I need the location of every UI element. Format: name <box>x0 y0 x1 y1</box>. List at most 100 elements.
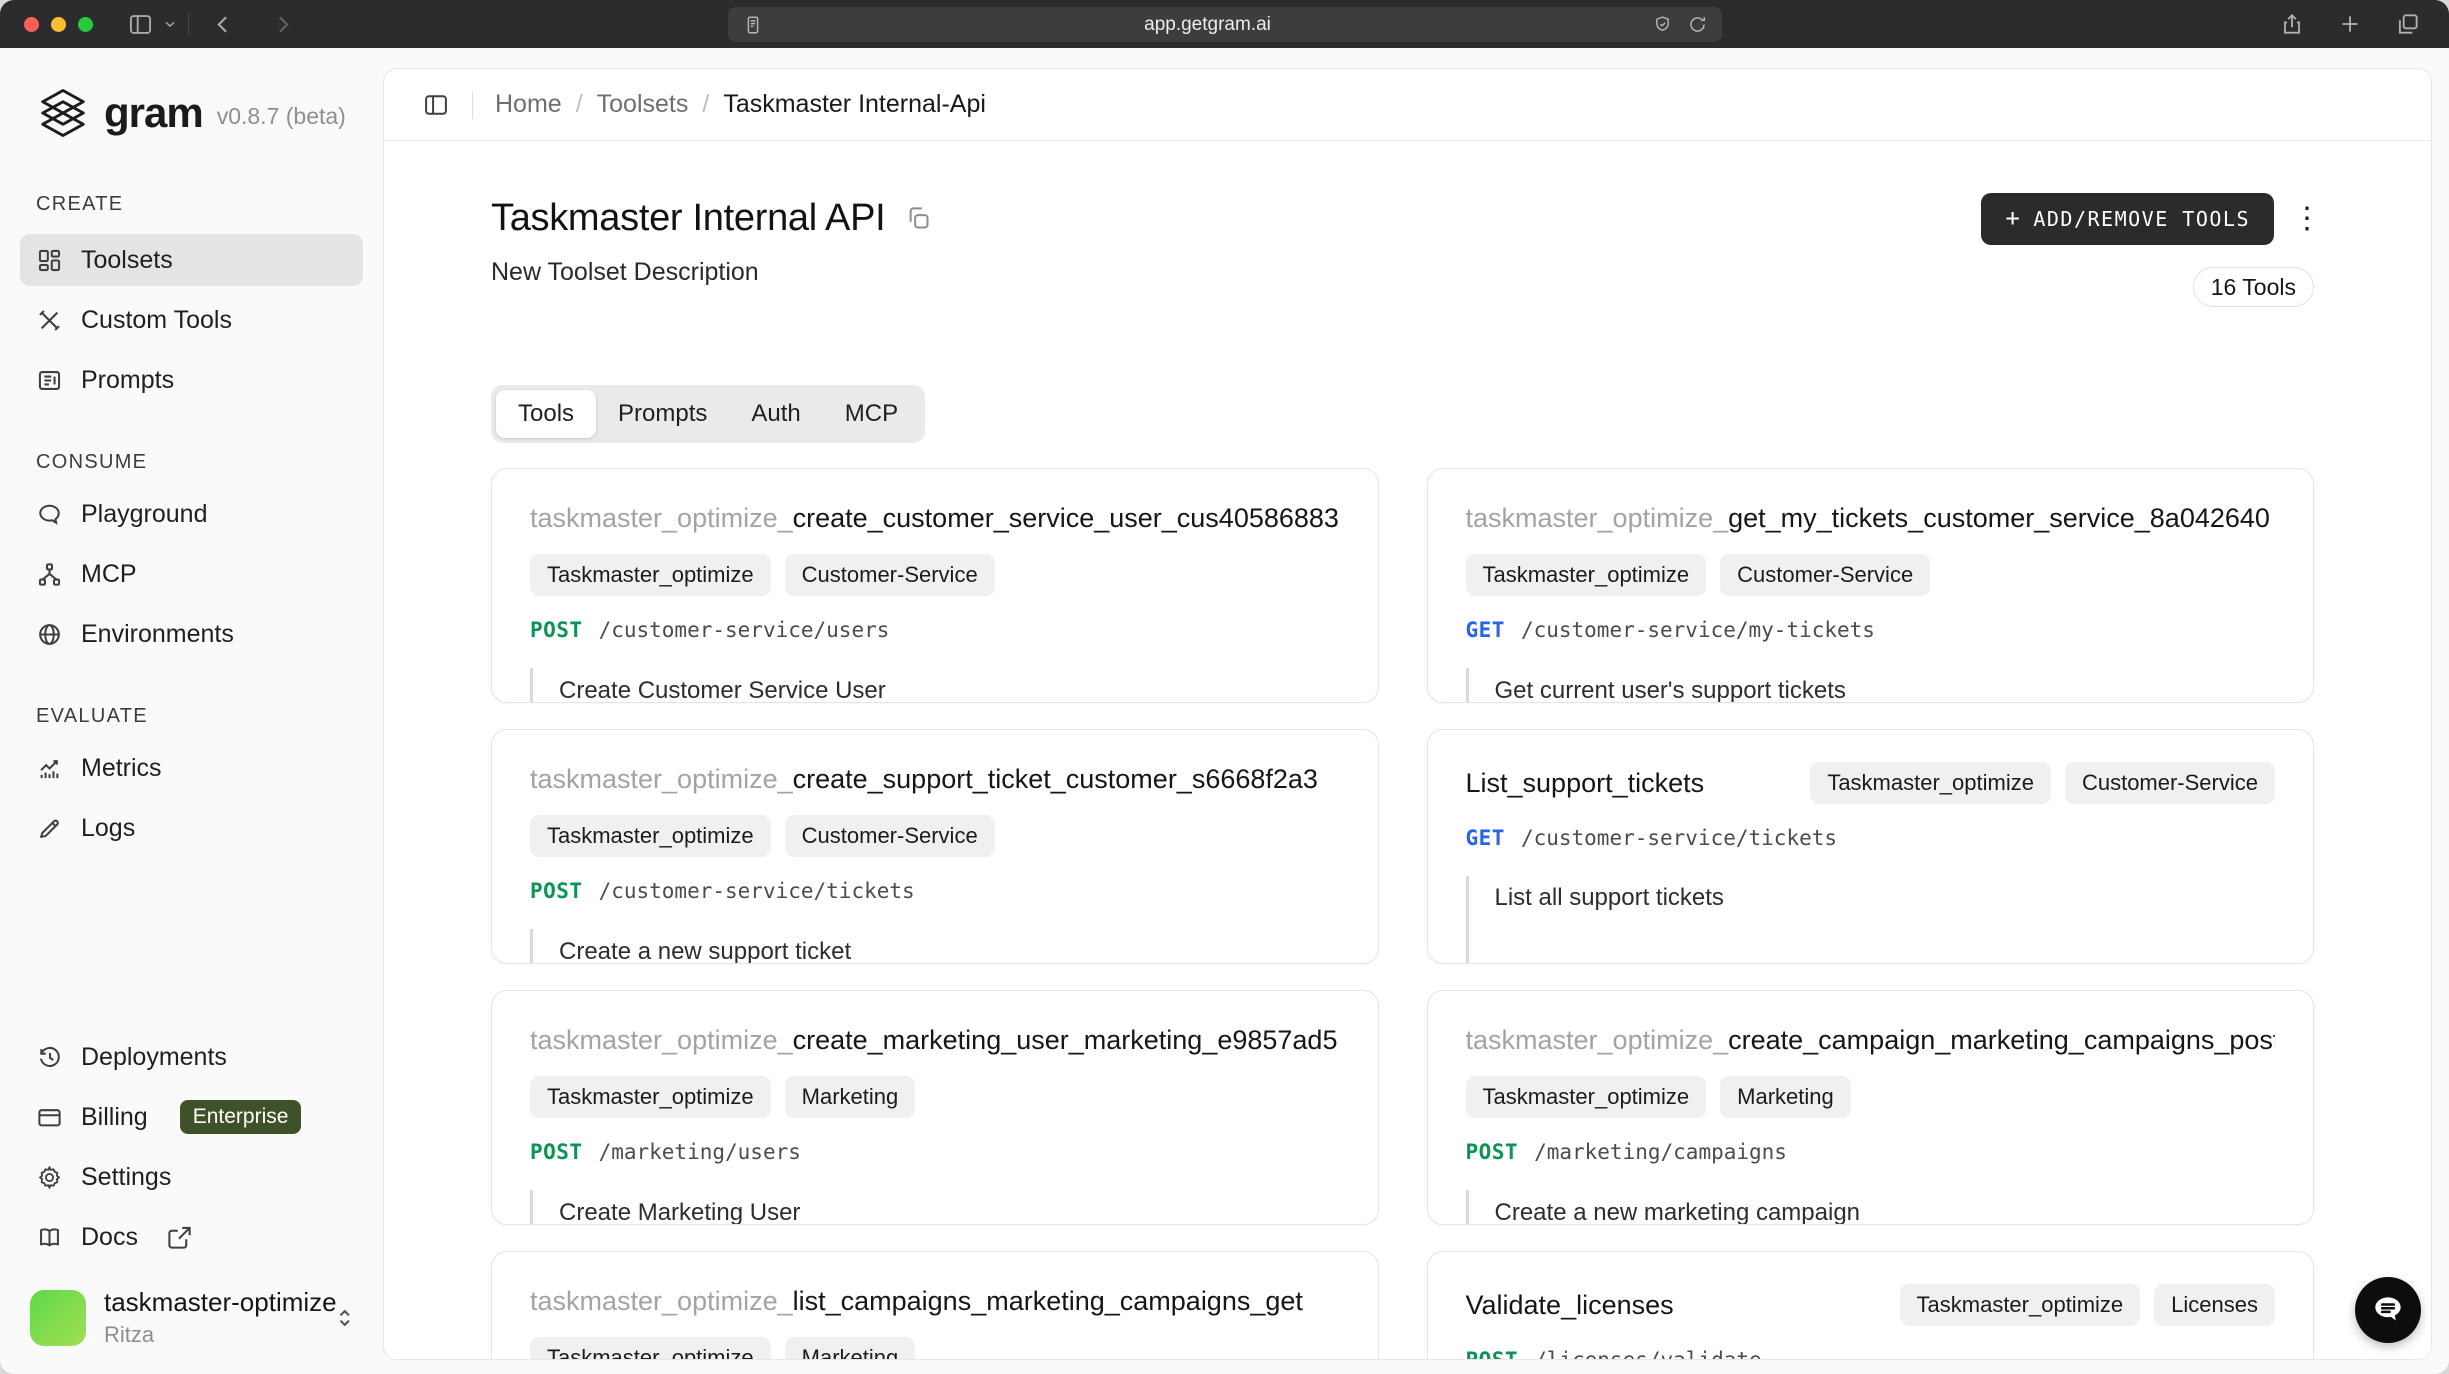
copy-icon[interactable] <box>905 205 932 232</box>
tool-description: List all support tickets <box>1466 876 2276 964</box>
tool-card[interactable]: List_support_tickets Taskmaster_optimize… <box>1427 729 2315 964</box>
tab-tools[interactable]: Tools <box>496 390 596 438</box>
sidebar-item-billing[interactable]: Billing Enterprise <box>20 1091 363 1143</box>
tab-mcp[interactable]: MCP <box>823 390 920 438</box>
badge: Licenses <box>2154 1284 2275 1326</box>
badge: Customer-Service <box>785 554 995 596</box>
book-icon <box>36 1224 63 1251</box>
sidebar-item-label: Settings <box>81 1163 171 1192</box>
prompts-icon <box>36 367 63 394</box>
chevron-down-icon[interactable] <box>162 16 178 32</box>
tool-name: create_customer_service_user_cus40586883 <box>793 503 1339 533</box>
badge: Customer-Service <box>1720 554 1930 596</box>
logo-wordmark: gram <box>104 89 203 137</box>
address-bar[interactable]: app.getgram.ai <box>728 7 1722 42</box>
chat-support-button[interactable] <box>2355 1277 2421 1343</box>
external-link-icon <box>166 1224 193 1251</box>
chevron-up-down-icon <box>332 1301 357 1335</box>
tool-card[interactable]: taskmaster_optimize_create_campaign_mark… <box>1427 990 2315 1225</box>
url-text: app.getgram.ai <box>764 14 1652 36</box>
tool-card[interactable]: taskmaster_optimize_create_support_ticke… <box>491 729 1379 964</box>
tool-name: List_support_tickets <box>1466 768 1705 798</box>
pencil-icon <box>36 815 63 842</box>
sidebar-item-label: Billing <box>81 1103 148 1132</box>
tool-card[interactable]: Validate_licenses Taskmaster_optimizeLic… <box>1427 1251 2315 1360</box>
toolsets-icon <box>36 247 63 274</box>
sidebar-item-label: Playground <box>81 500 207 529</box>
sidebar-item-prompts[interactable]: Prompts <box>20 354 363 406</box>
sidebar-item-playground[interactable]: Playground <box>20 488 363 540</box>
badge: Marketing <box>785 1076 916 1118</box>
sidebar-item-label: Deployments <box>81 1043 227 1072</box>
tool-name-prefix: taskmaster_optimize_ <box>530 503 793 533</box>
browser-chrome: app.getgram.ai <box>0 0 2449 48</box>
endpoint-path: /customer-service/tickets <box>1521 826 1837 850</box>
endpoint-path: /licenses/validate <box>1534 1348 1762 1360</box>
panel-toggle-icon[interactable] <box>422 91 450 119</box>
browser-sidebar-toggle-icon[interactable] <box>127 11 154 38</box>
tool-card[interactable]: taskmaster_optimize_create_customer_serv… <box>491 468 1379 703</box>
tab-auth[interactable]: Auth <box>729 390 822 438</box>
logo[interactable]: gram v0.8.7 (beta) <box>36 86 363 140</box>
section-label-consume: CONSUME <box>36 450 363 474</box>
tool-name-prefix: taskmaster_optimize_ <box>530 764 793 794</box>
sidebar-item-logs[interactable]: Logs <box>20 802 363 854</box>
reload-icon[interactable] <box>1687 14 1708 35</box>
tab-overview-icon[interactable] <box>2395 11 2421 37</box>
close-window-button[interactable] <box>24 17 39 32</box>
tool-card[interactable]: taskmaster_optimize_list_campaigns_marke… <box>491 1251 1379 1360</box>
breadcrumb-separator: / <box>702 90 709 119</box>
sidebar-item-metrics[interactable]: Metrics <box>20 742 363 794</box>
reader-icon[interactable] <box>742 14 764 36</box>
account-org: Ritza <box>104 1322 332 1348</box>
kebab-menu-icon[interactable]: ⋮ <box>2292 204 2314 234</box>
gear-icon <box>36 1164 63 1191</box>
tool-card[interactable]: taskmaster_optimize_create_marketing_use… <box>491 990 1379 1225</box>
back-icon[interactable] <box>211 12 236 37</box>
browser-window: app.getgram.ai <box>0 0 2449 1374</box>
breadcrumb-toolsets[interactable]: Toolsets <box>597 90 689 119</box>
badge: Taskmaster_optimize <box>530 815 771 857</box>
breadcrumb-home[interactable]: Home <box>495 90 562 119</box>
tool-name: list_campaigns_marketing_campaigns_get <box>793 1286 1303 1316</box>
forward-icon[interactable] <box>270 12 295 37</box>
sidebar-item-label: Custom Tools <box>81 306 232 335</box>
add-remove-tools-button[interactable]: + ADD/REMOVE TOOLS <box>1981 193 2274 245</box>
badge: Marketing <box>1720 1076 1851 1118</box>
minimize-window-button[interactable] <box>51 17 66 32</box>
tool-name-prefix: taskmaster_optimize_ <box>1466 1025 1729 1055</box>
tool-card-grid: taskmaster_optimize_create_customer_serv… <box>491 468 2314 1360</box>
badge: Marketing <box>785 1337 916 1360</box>
badge: Taskmaster_optimize <box>1900 1284 2141 1326</box>
section-label-create: CREATE <box>36 192 363 216</box>
sidebar-item-mcp[interactable]: MCP <box>20 548 363 600</box>
sidebar-item-deployments[interactable]: Deployments <box>20 1031 363 1083</box>
sidebar-item-settings[interactable]: Settings <box>20 1151 363 1203</box>
new-tab-icon[interactable] <box>2337 11 2363 37</box>
breadcrumb-current: Taskmaster Internal-Api <box>723 90 986 119</box>
breadcrumb-separator: / <box>576 90 583 119</box>
sidebar-item-toolsets[interactable]: Toolsets <box>20 234 363 286</box>
sidebar-item-environments[interactable]: Environments <box>20 608 363 660</box>
sidebar-item-docs[interactable]: Docs <box>20 1211 363 1263</box>
tool-description: Create a new marketing campaign <box>1466 1190 2276 1225</box>
page-head-left: Taskmaster Internal API New Toolset Desc… <box>491 197 932 287</box>
sidebar-item-label: Toolsets <box>81 246 173 275</box>
badge: Taskmaster_optimize <box>530 554 771 596</box>
share-icon[interactable] <box>2279 11 2305 37</box>
privacy-badge-icon[interactable] <box>1652 14 1673 35</box>
method-label: POST <box>1466 1348 1519 1360</box>
account-switcher[interactable]: taskmaster-optimize Ritza <box>30 1287 357 1348</box>
sidebar-spacer <box>20 854 363 1031</box>
zoom-window-button[interactable] <box>78 17 93 32</box>
tab-prompts[interactable]: Prompts <box>596 390 729 438</box>
tool-card[interactable]: taskmaster_optimize_get_my_tickets_custo… <box>1427 468 2315 703</box>
endpoint-path: /customer-service/my-tickets <box>1521 618 1875 642</box>
tools-icon <box>36 307 63 334</box>
badge: Customer-Service <box>2065 762 2275 804</box>
endpoint-path: /marketing/users <box>599 1140 801 1164</box>
globe-icon <box>36 621 63 648</box>
tool-name: create_marketing_user_marketing_e9857ad5 <box>793 1025 1338 1055</box>
endpoint-path: /customer-service/tickets <box>599 879 915 903</box>
sidebar-item-custom-tools[interactable]: Custom Tools <box>20 294 363 346</box>
